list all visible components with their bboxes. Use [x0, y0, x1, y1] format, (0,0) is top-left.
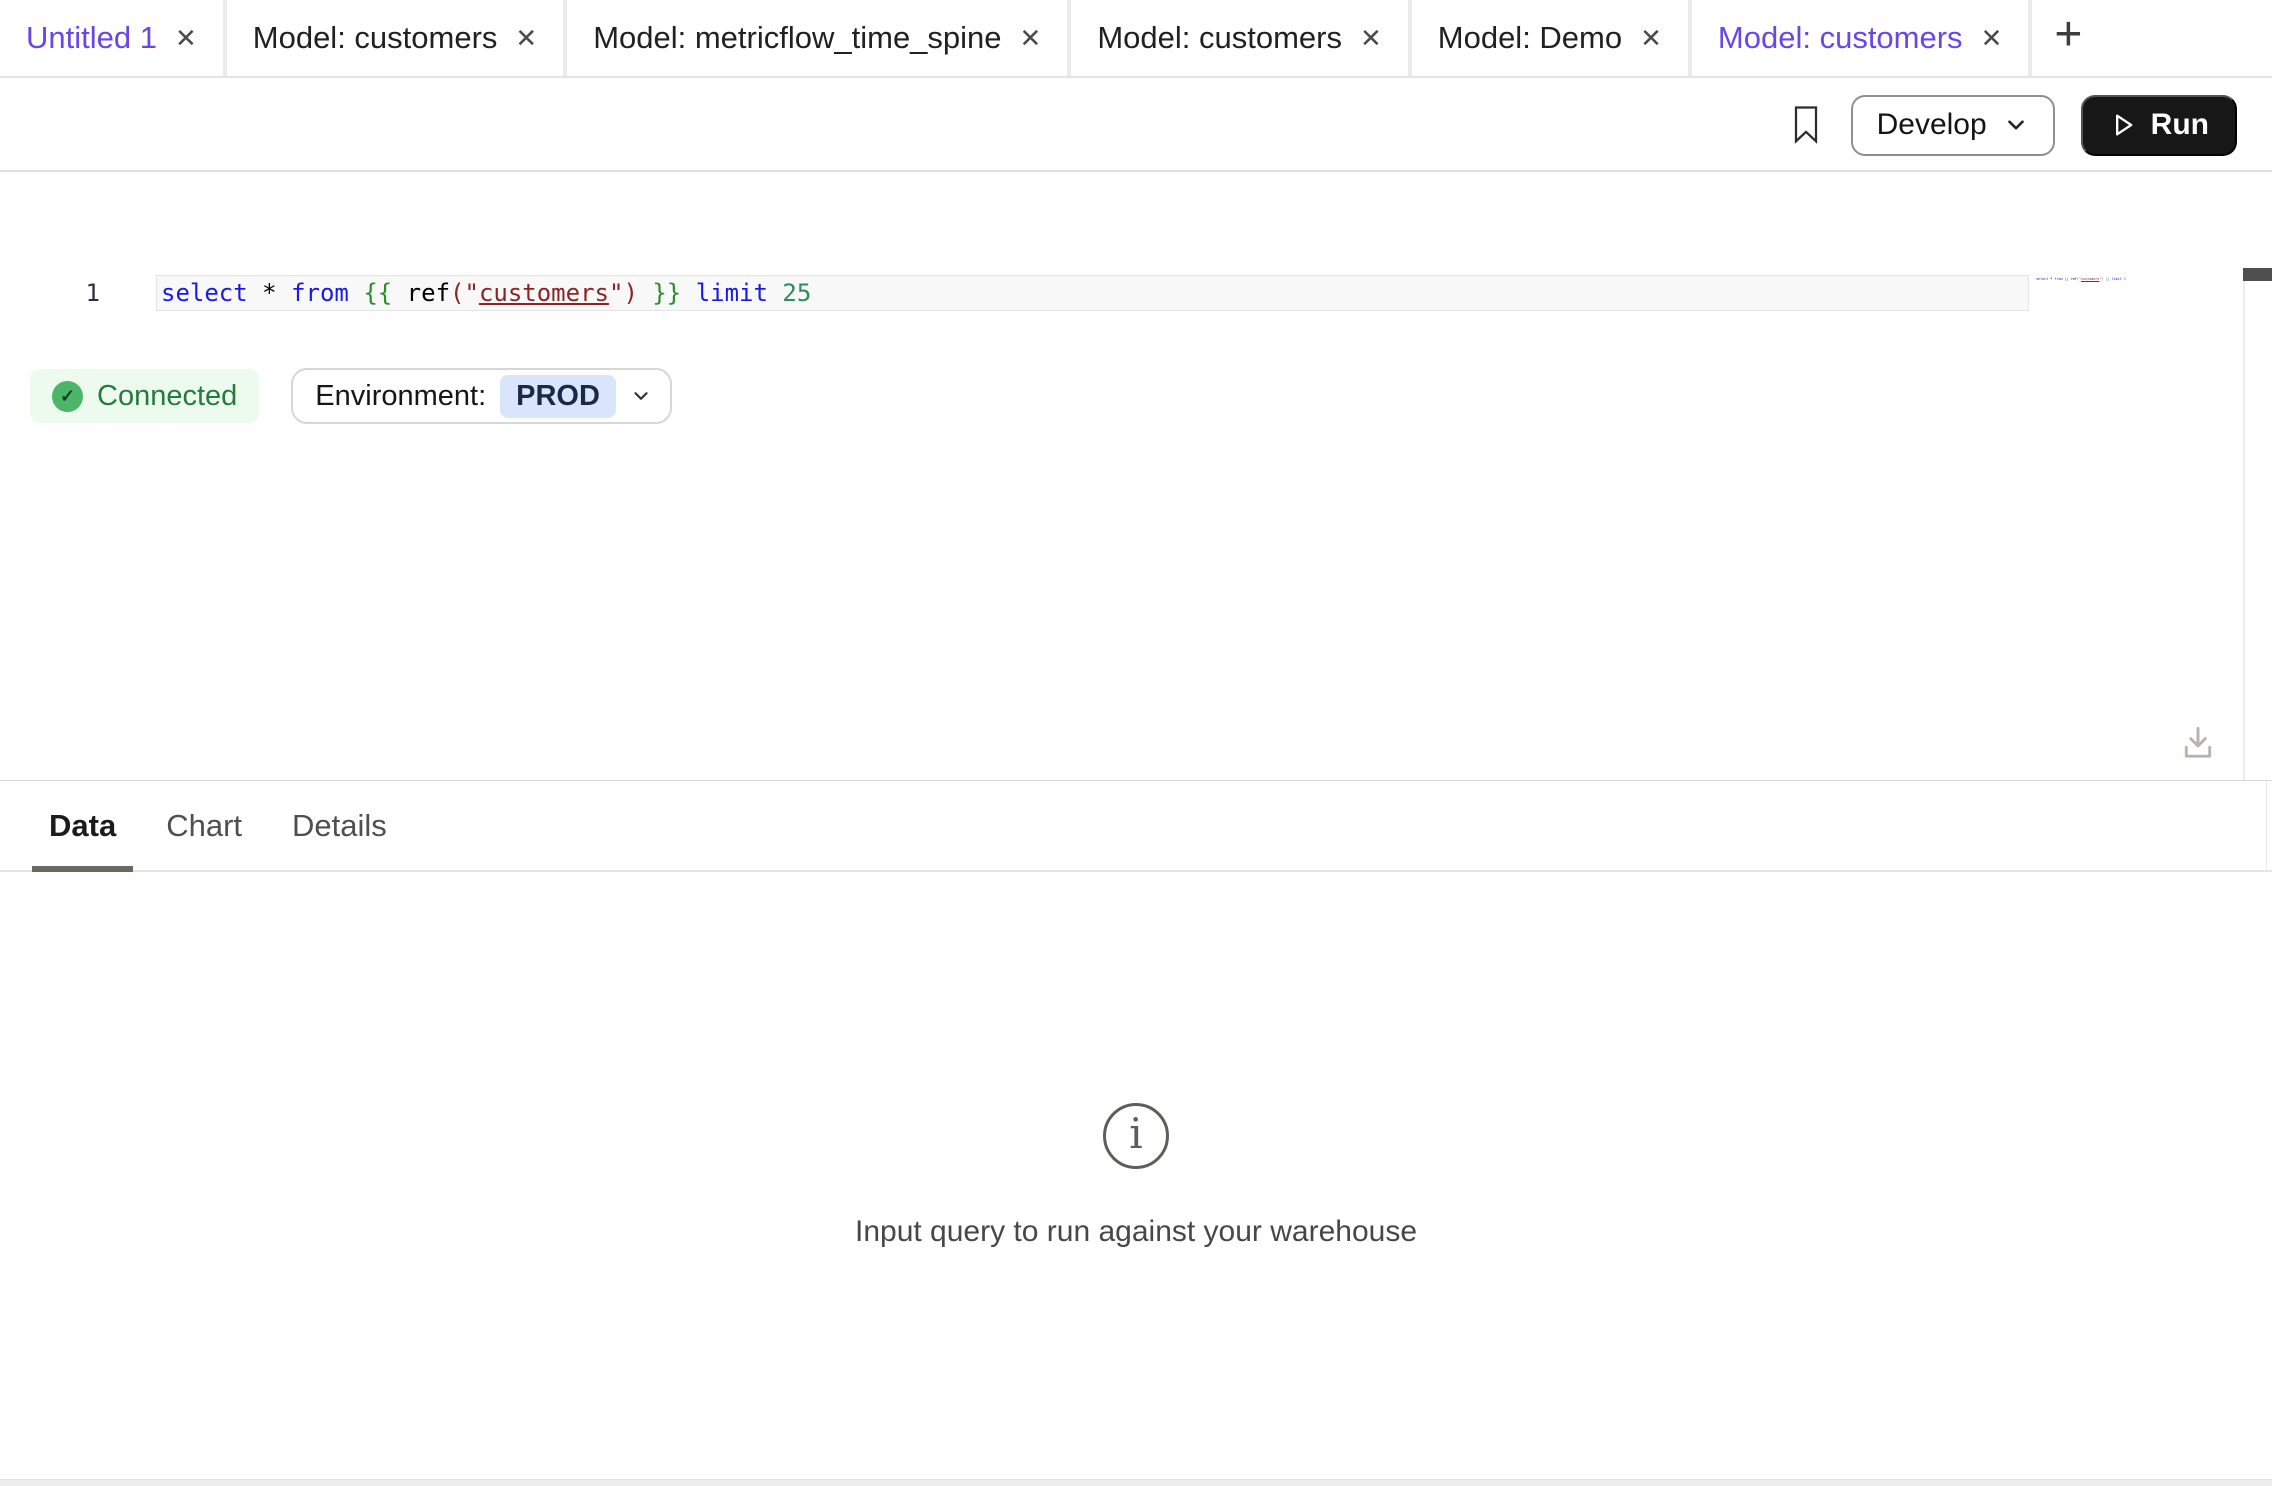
- results-tab-label: Chart: [166, 808, 242, 844]
- code-token-string: ": [609, 276, 623, 310]
- code-token-plain: [349, 276, 363, 310]
- tab-untitled-1-0[interactable]: Untitled 1 ✕: [0, 0, 227, 76]
- tab-model-customers-5[interactable]: Model: customers ✕: [1692, 0, 2032, 76]
- line-number: 1: [0, 276, 100, 311]
- empty-state-message: Input query to run against your warehous…: [0, 1215, 2272, 1249]
- code-token-keyword: limit: [696, 276, 768, 310]
- close-tab-icon[interactable]: ✕: [515, 25, 537, 51]
- download-results-button[interactable]: [2180, 724, 2216, 762]
- check-circle-icon: ✓: [52, 381, 83, 412]
- code-token-plain: [681, 276, 695, 310]
- tab-label: Untitled 1: [26, 20, 157, 56]
- connection-status-label: Connected: [97, 380, 237, 413]
- code-token-string: ": [464, 276, 478, 310]
- new-tab-button[interactable]: +: [2054, 11, 2082, 59]
- results-panel: i Input query to run against your wareho…: [0, 872, 2272, 1479]
- code-token-plain: [392, 276, 406, 310]
- code-token-plain: [638, 276, 652, 310]
- environment-value-chip: PROD: [500, 375, 616, 418]
- results-tab-bar: Data Chart Details: [0, 780, 2272, 872]
- sql-editor-pane[interactable]: ✓ Connected Environment: PROD 1 select *…: [0, 172, 2272, 780]
- editor-scrollbar-thumb[interactable]: [2243, 268, 2272, 281]
- environment-label: Environment:: [315, 380, 486, 413]
- code-line[interactable]: select * from {{ ref("customers") }} lim…: [156, 275, 2029, 311]
- code-token-number: 25: [2124, 277, 2126, 281]
- code-token-jinja: }}: [652, 276, 681, 310]
- tab-label: Model: metricflow_time_spine: [593, 20, 1001, 56]
- bottom-divider: [0, 1479, 2272, 1486]
- connection-status-badge: ✓ Connected: [30, 369, 259, 423]
- tab-model-demo-4[interactable]: Model: Demo ✕: [1412, 0, 1692, 76]
- check-icon: ✓: [60, 386, 75, 407]
- bookmark-icon: [1791, 105, 1821, 145]
- tab-label: Model: customers: [1097, 20, 1342, 56]
- results-tab-chart[interactable]: Chart: [149, 781, 259, 870]
- code-token-plain: *: [262, 276, 276, 310]
- code-token-plain: [277, 276, 291, 310]
- tabs-container: Untitled 1✕Model: customers✕Model: metri…: [0, 0, 2032, 76]
- info-icon-glyph: i: [1129, 1113, 1142, 1155]
- code-token-plain: [768, 276, 782, 310]
- close-tab-icon[interactable]: ✕: [175, 25, 197, 51]
- tab-label: Model: Demo: [1438, 20, 1622, 56]
- toolbar: Develop Run: [0, 80, 2272, 172]
- chevron-down-icon: [630, 385, 652, 407]
- bookmark-button[interactable]: [1791, 105, 1821, 145]
- play-icon: [2109, 111, 2137, 139]
- close-tab-icon[interactable]: ✕: [1360, 25, 1382, 51]
- editor-tab-bar: Untitled 1✕Model: customers✕Model: metri…: [0, 0, 2272, 78]
- code-token-string: (: [450, 276, 464, 310]
- code-token-keyword: select: [2036, 277, 2048, 281]
- ide-window: Untitled 1✕Model: customers✕Model: metri…: [0, 0, 2272, 1486]
- code-token-string-link: customers: [2081, 277, 2099, 281]
- minimap[interactable]: select * from {{ ref("customers") }} lim…: [2036, 272, 2126, 286]
- chevron-down-icon: [2003, 112, 2029, 138]
- download-icon: [2180, 724, 2216, 762]
- tab-bar-filler: +: [2032, 0, 2272, 76]
- tab-label: Model: customers: [253, 20, 498, 56]
- results-tab-details[interactable]: Details: [275, 781, 404, 870]
- code-token-keyword: select: [161, 276, 248, 310]
- results-tab-label: Details: [292, 808, 387, 844]
- results-empty-state: i Input query to run against your wareho…: [0, 872, 2272, 1249]
- tab-model-customers-3[interactable]: Model: customers ✕: [1071, 0, 1411, 76]
- code-token-jinja: {{: [363, 276, 392, 310]
- code-token-string: ): [623, 276, 637, 310]
- develop-button[interactable]: Develop: [1851, 95, 2055, 156]
- results-tab-label: Data: [49, 808, 116, 844]
- editor-status-row: ✓ Connected Environment: PROD: [30, 368, 672, 424]
- code-token-number: 25: [782, 276, 811, 310]
- develop-button-label: Develop: [1877, 108, 1987, 142]
- code-token-plain: ref: [407, 276, 450, 310]
- close-tab-icon[interactable]: ✕: [1020, 25, 1042, 51]
- close-tab-icon[interactable]: ✕: [1640, 25, 1662, 51]
- environment-selector[interactable]: Environment: PROD: [291, 368, 672, 424]
- tab-label: Model: customers: [1718, 20, 1963, 56]
- code-token-keyword: limit: [2112, 277, 2122, 281]
- info-icon: i: [1103, 1103, 1169, 1169]
- code-token-plain: [248, 276, 262, 310]
- close-tab-icon[interactable]: ✕: [1981, 25, 2003, 51]
- code-token-string-link: customers: [479, 276, 609, 310]
- editor-scrollbar-track: [2243, 281, 2245, 780]
- code-token-keyword: from: [2054, 277, 2062, 281]
- code-token-keyword: from: [291, 276, 349, 310]
- tab-model-metricflow-time-spine-2[interactable]: Model: metricflow_time_spine ✕: [567, 0, 1071, 76]
- results-header-divider: [2266, 781, 2267, 870]
- results-tab-data[interactable]: Data: [32, 781, 133, 870]
- tab-model-customers-1[interactable]: Model: customers ✕: [227, 0, 567, 76]
